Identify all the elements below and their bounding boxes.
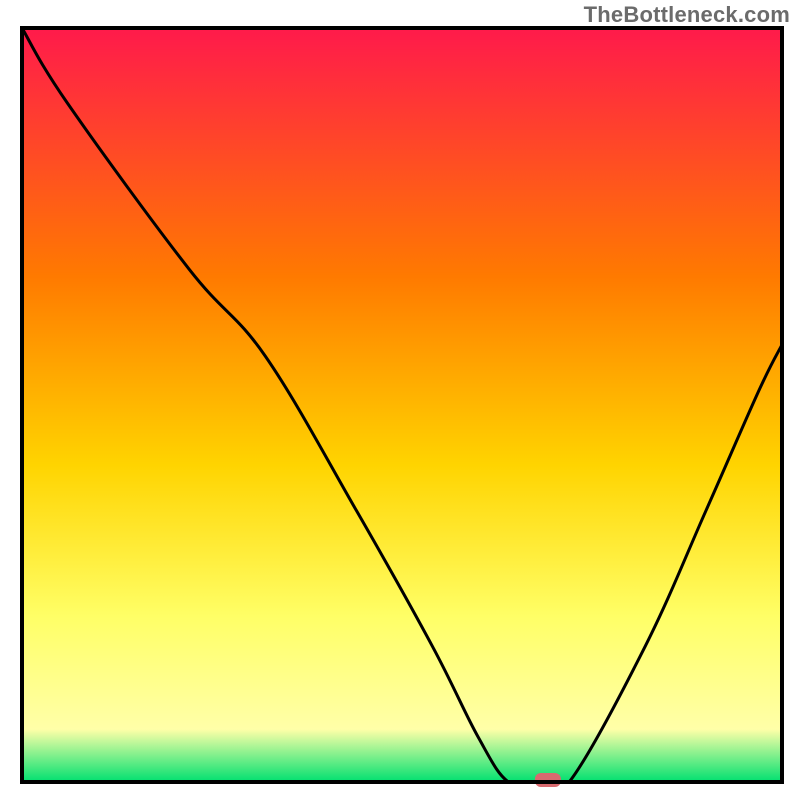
bottleneck-chart [0,0,800,800]
watermark-text: TheBottleneck.com [584,2,790,28]
gradient-background [22,28,782,782]
